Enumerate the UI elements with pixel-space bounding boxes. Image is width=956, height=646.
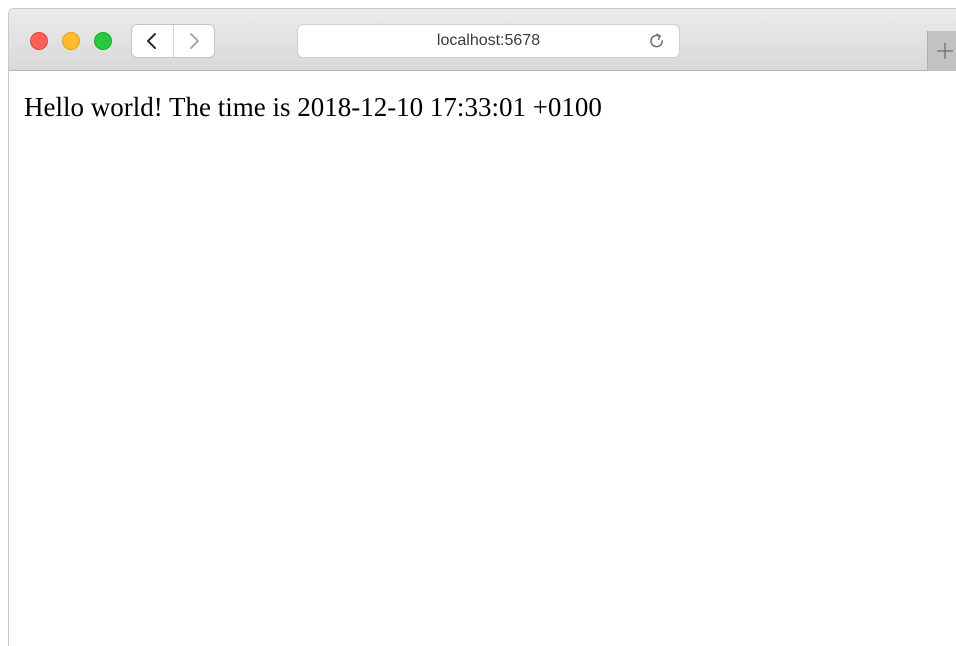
new-tab-button[interactable] [927, 31, 956, 71]
page-content: Hello world! The time is 2018-12-10 17:3… [9, 71, 956, 646]
minimize-window-button[interactable] [62, 32, 80, 50]
browser-toolbar: localhost:5678 [9, 9, 956, 71]
hello-message: Hello world! The time is 2018-12-10 17:3… [24, 92, 602, 122]
navigation-buttons [131, 24, 215, 58]
reload-button[interactable] [647, 31, 667, 51]
forward-button[interactable] [172, 25, 215, 57]
zoom-window-button[interactable] [94, 32, 112, 50]
plus-icon [936, 43, 953, 59]
back-button[interactable] [132, 25, 173, 57]
browser-window: localhost:5678 Hello world! The time is … [8, 8, 956, 646]
reload-icon [650, 33, 663, 48]
close-window-button[interactable] [30, 32, 48, 50]
url-text: localhost:5678 [436, 32, 541, 49]
chevron-left-icon [147, 33, 157, 49]
address-bar[interactable]: localhost:5678 [297, 24, 680, 58]
chevron-right-icon [189, 33, 199, 49]
